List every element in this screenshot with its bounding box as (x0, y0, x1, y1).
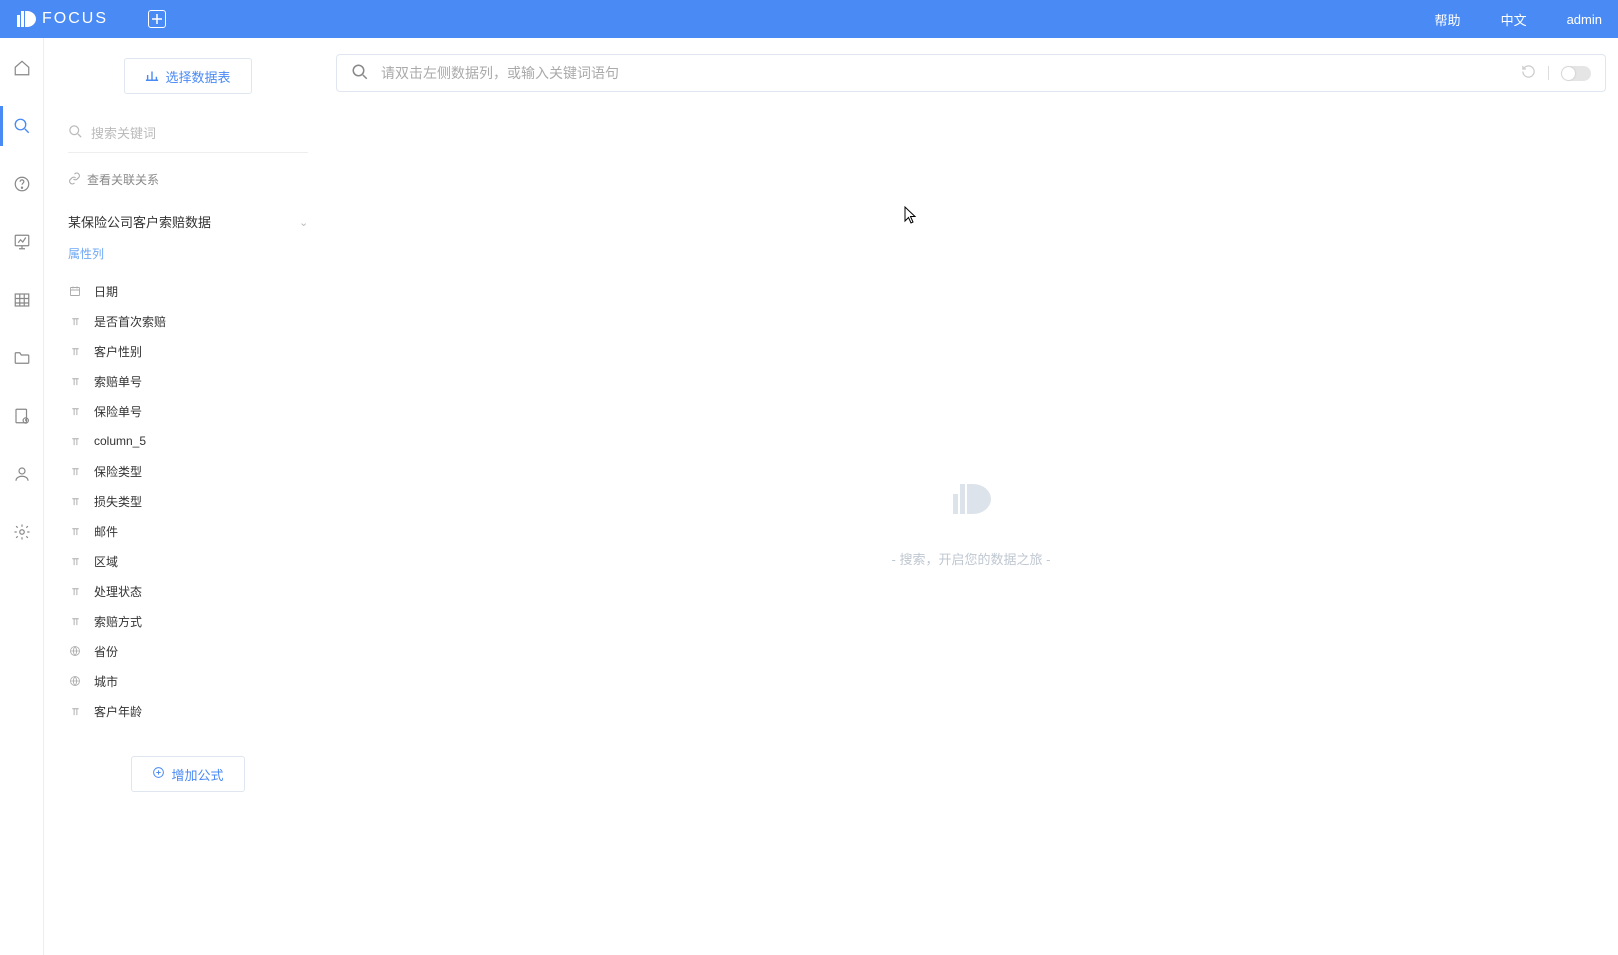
text-icon (68, 316, 82, 327)
brand-text: FOCUS (42, 10, 108, 28)
keyword-input[interactable] (91, 126, 308, 141)
column-item[interactable]: column_5 (68, 426, 308, 456)
nav-settings[interactable] (0, 520, 44, 544)
dataset-title: 某保险公司客户索赔数据 (68, 212, 211, 231)
search-icon (68, 124, 83, 142)
nav-user[interactable] (0, 462, 44, 486)
column-item[interactable]: 日期 (68, 276, 308, 306)
search-icon (351, 63, 369, 84)
globe-icon (68, 645, 82, 657)
text-icon (68, 496, 82, 507)
empty-state: - 搜索，开启您的数据之旅 - (336, 92, 1606, 955)
column-item[interactable]: 客户年龄 (68, 696, 308, 726)
mode-toggle[interactable] (1561, 66, 1591, 81)
query-input[interactable] (381, 65, 1509, 81)
query-bar (336, 54, 1606, 92)
text-icon (68, 406, 82, 417)
text-icon (68, 436, 82, 447)
link-icon (68, 172, 81, 188)
column-item[interactable]: 城市 (68, 666, 308, 696)
text-icon (68, 556, 82, 567)
app-header: FOCUS 帮助 中文 admin (0, 0, 1618, 38)
keyword-search (68, 116, 308, 153)
add-tab-button[interactable] (148, 10, 166, 28)
globe-icon (68, 675, 82, 687)
column-item[interactable]: 是否首次索赔 (68, 306, 308, 336)
column-label: 是否首次索赔 (94, 313, 166, 330)
column-label: 索赔方式 (94, 613, 142, 630)
column-item[interactable]: 保险类型 (68, 456, 308, 486)
text-icon (68, 586, 82, 597)
text-icon (68, 616, 82, 627)
chevron-up-icon: ⌃ (299, 215, 308, 228)
nav-pinboard[interactable] (0, 230, 44, 254)
column-label: 区域 (94, 553, 118, 570)
text-icon (68, 346, 82, 357)
user-menu[interactable]: admin (1567, 12, 1602, 27)
column-label: 索赔单号 (94, 373, 142, 390)
add-formula-label: 增加公式 (171, 765, 223, 784)
text-icon (68, 376, 82, 387)
empty-text: - 搜索，开启您的数据之旅 - (892, 549, 1051, 568)
column-item[interactable]: 省份 (68, 636, 308, 666)
chart-bar-icon (145, 68, 159, 85)
help-link[interactable]: 帮助 (1435, 10, 1461, 29)
main-content: - 搜索，开启您的数据之旅 - (324, 38, 1618, 955)
column-item[interactable]: 损失类型 (68, 486, 308, 516)
empty-logo-icon (951, 480, 991, 519)
column-label: column_5 (94, 434, 146, 448)
text-icon (68, 526, 82, 537)
column-label: 保险单号 (94, 403, 142, 420)
language-switch[interactable]: 中文 (1501, 10, 1527, 29)
brand-logo: FOCUS (16, 9, 108, 29)
column-label: 损失类型 (94, 493, 142, 510)
nav-table[interactable] (0, 288, 44, 312)
nav-help[interactable] (0, 172, 44, 196)
select-datatable-label: 选择数据表 (165, 67, 230, 86)
column-item[interactable]: 索赔单号 (68, 366, 308, 396)
column-label: 省份 (94, 643, 118, 660)
column-label: 处理状态 (94, 583, 142, 600)
select-datatable-button[interactable]: 选择数据表 (124, 58, 251, 94)
view-relations-label: 查看关联关系 (87, 171, 159, 188)
column-item[interactable]: 索赔方式 (68, 606, 308, 636)
text-icon (68, 706, 82, 717)
column-label: 保险类型 (94, 463, 142, 480)
calendar-icon (68, 285, 82, 297)
add-formula-button[interactable]: 增加公式 (131, 756, 244, 792)
text-icon (68, 466, 82, 477)
refresh-icon[interactable] (1521, 64, 1536, 82)
column-label: 客户性别 (94, 343, 142, 360)
brand-icon (16, 9, 36, 29)
column-label: 日期 (94, 283, 118, 300)
attr-section-label: 属性列 (68, 245, 308, 262)
column-item[interactable]: 邮件 (68, 516, 308, 546)
nav-rail (0, 38, 44, 955)
query-actions (1521, 64, 1591, 82)
nav-home[interactable] (0, 56, 44, 80)
column-item[interactable]: 保险单号 (68, 396, 308, 426)
column-label: 客户年龄 (94, 703, 142, 720)
column-item[interactable]: 处理状态 (68, 576, 308, 606)
divider (1548, 66, 1549, 80)
column-item[interactable]: 区域 (68, 546, 308, 576)
column-label: 邮件 (94, 523, 118, 540)
view-relations-link[interactable]: 查看关联关系 (68, 171, 308, 188)
dataset-header[interactable]: 某保险公司客户索赔数据 ⌃ (68, 212, 308, 231)
nav-folder[interactable] (0, 346, 44, 370)
column-list: 日期是否首次索赔客户性别索赔单号保险单号 column_5 保险类型损失类型邮件区域… (68, 276, 308, 726)
data-sidebar: 选择数据表 查看关联关系 某保险公司客户索赔数据 ⌃ 属性列 日期是否首次索赔客… (44, 38, 324, 955)
column-item[interactable]: 客户性别 (68, 336, 308, 366)
header-right: 帮助 中文 admin (1435, 10, 1602, 29)
plus-circle-icon (152, 766, 165, 782)
nav-search[interactable] (0, 114, 44, 138)
column-label: 城市 (94, 673, 118, 690)
nav-config[interactable] (0, 404, 44, 428)
